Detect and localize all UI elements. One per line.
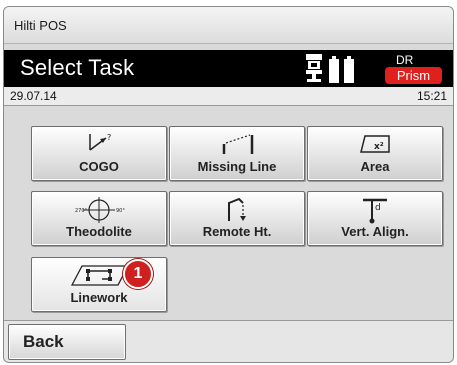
cogo-icon: ?	[89, 133, 111, 151]
app-title: Hilti POS	[14, 18, 67, 33]
area-button[interactable]: x² Area	[307, 126, 443, 181]
theodolite-icon: 270° 90°	[75, 197, 125, 223]
missing-line-label: Missing Line	[197, 159, 277, 174]
svg-text:?: ?	[107, 133, 111, 142]
device-screen: Hilti POS Select Task DR Prism 29.07.14	[3, 6, 454, 363]
vertical-alignment-label: Vert. Align.	[341, 224, 409, 239]
footer-bar: Back	[4, 320, 453, 362]
remote-height-icon	[228, 197, 246, 221]
cogo-label: COGO	[79, 159, 119, 174]
cogo-button[interactable]: ? COGO	[31, 126, 167, 181]
area-label: Area	[360, 159, 390, 174]
status-bar: 29.07.14 15:21	[4, 87, 453, 106]
vertical-alignment-button[interactable]: d Vert. Align.	[307, 191, 443, 246]
linework-label: Linework	[70, 290, 128, 305]
svg-text:270°: 270°	[75, 208, 88, 214]
missing-line-button[interactable]: Missing Line	[169, 126, 305, 181]
svg-text:d: d	[375, 203, 381, 213]
time-label: 15:21	[416, 89, 447, 103]
back-button[interactable]: Back	[8, 324, 126, 360]
battery-icon	[329, 56, 354, 83]
svg-text:x²: x²	[374, 142, 384, 152]
date-label: 29.07.14	[10, 89, 57, 103]
back-label: Back	[23, 332, 64, 351]
remote-height-label: Remote Ht.	[202, 224, 272, 239]
measure-mode-label: DR	[396, 53, 414, 67]
total-station-icon	[306, 54, 322, 82]
task-grid: ? COGO Missing Line x² Area 270° 90° The…	[4, 106, 453, 320]
status-icons	[306, 54, 354, 83]
callout-marker: 1	[123, 259, 153, 289]
vertical-alignment-icon: d	[363, 198, 387, 224]
target-mode-badge: Prism	[385, 67, 442, 84]
title-bar: Hilti POS	[4, 7, 453, 44]
theodolite-label: Theodolite	[66, 224, 132, 239]
screen-header: Select Task DR Prism	[4, 50, 453, 87]
missing-line-icon	[222, 134, 254, 154]
remote-height-button[interactable]: Remote Ht.	[169, 191, 305, 246]
svg-text:90°: 90°	[116, 208, 125, 214]
area-icon: x²	[360, 135, 390, 153]
theodolite-button[interactable]: 270° 90° Theodolite	[31, 191, 167, 246]
page-title: Select Task	[20, 55, 135, 80]
